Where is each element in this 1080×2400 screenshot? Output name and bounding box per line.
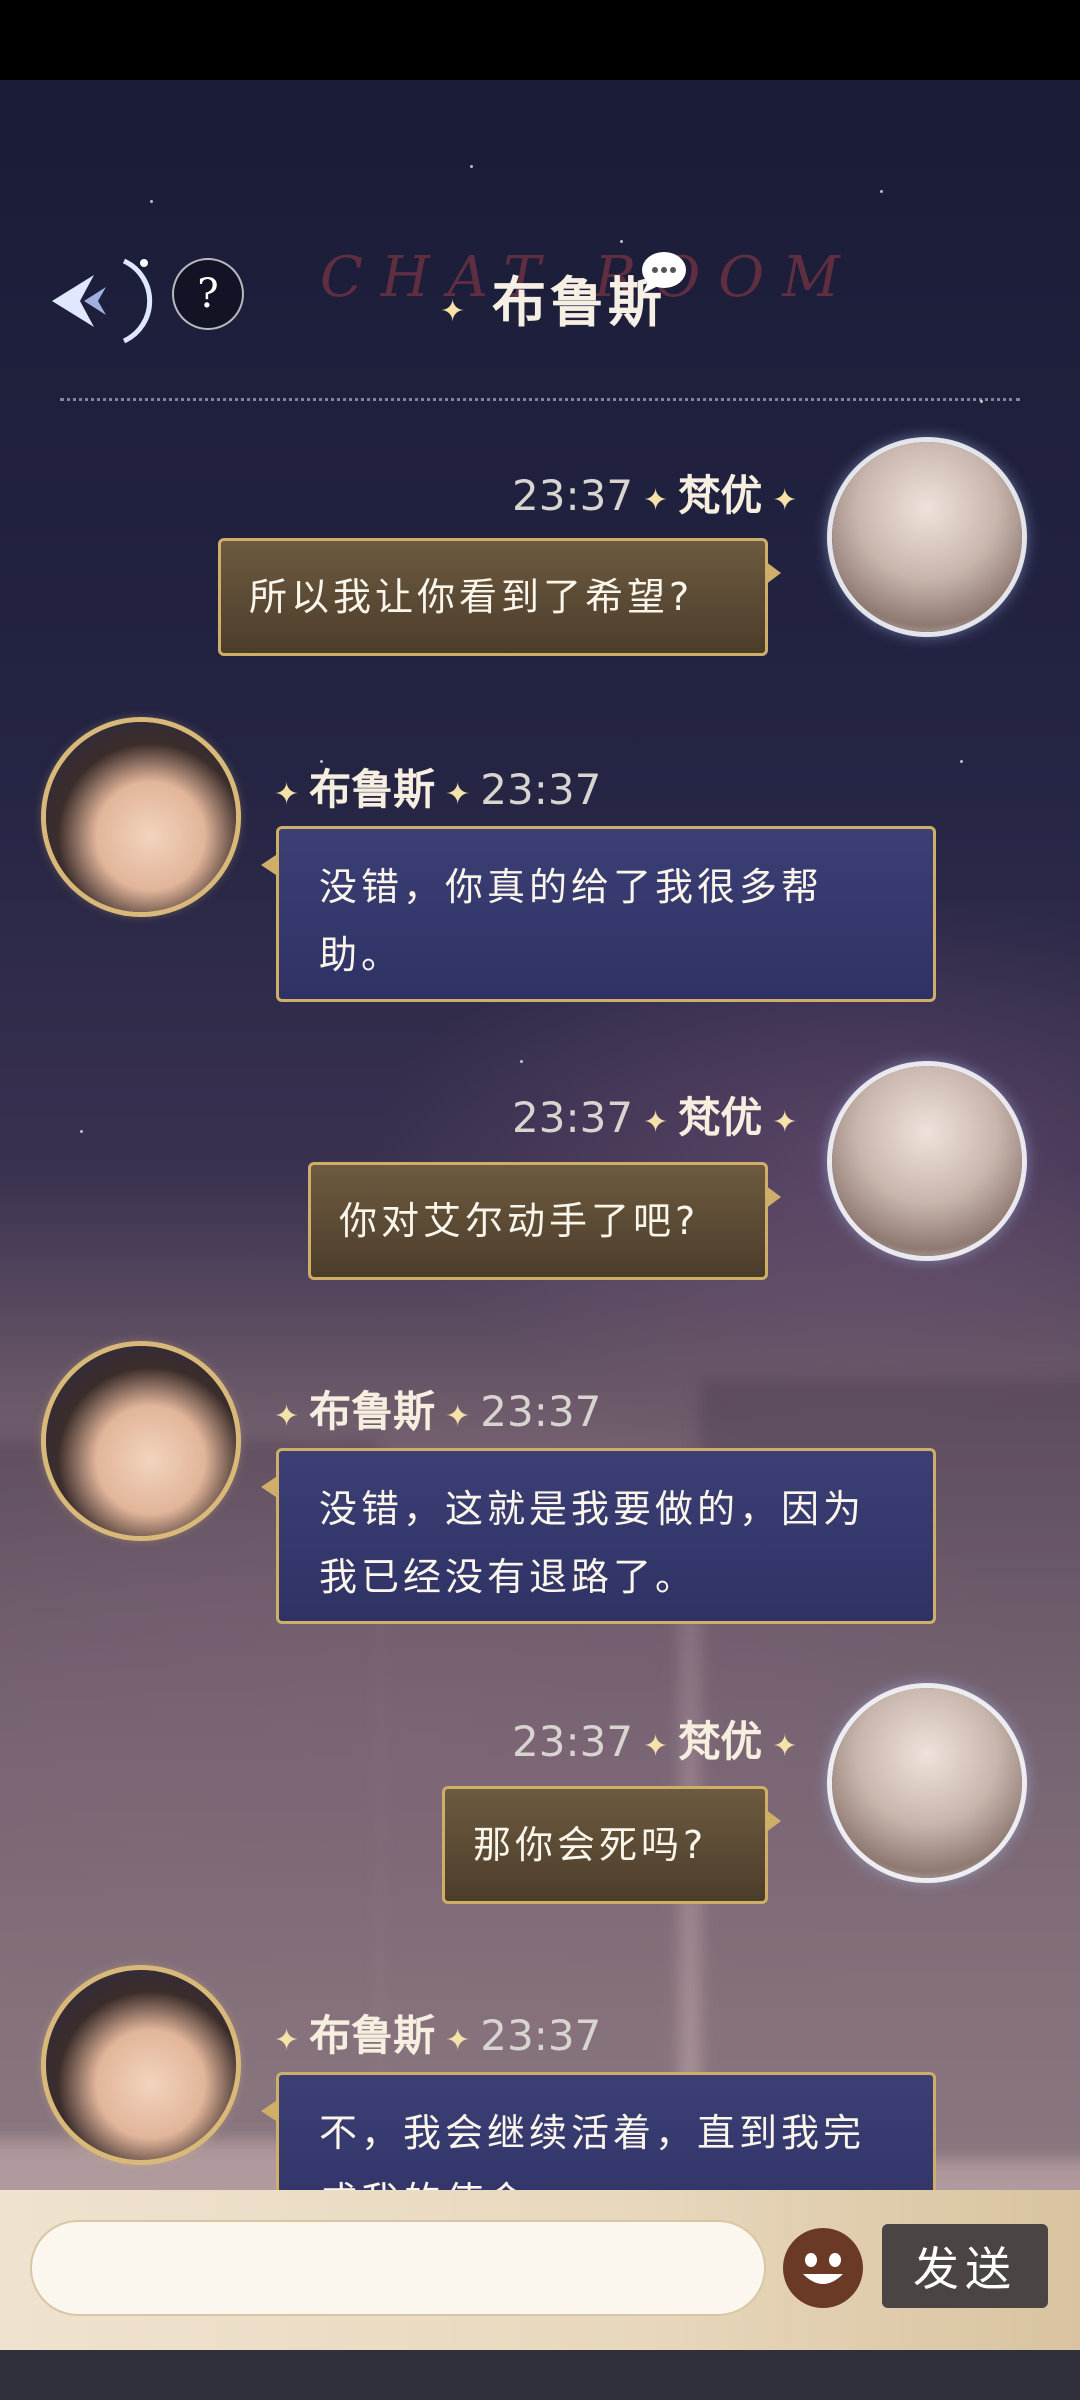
- message-meta: ✦ 布鲁斯 ✦ 23:37: [264, 756, 601, 817]
- sparkle-icon: ✦: [643, 1729, 669, 1764]
- sparkle-icon: ✦: [274, 1399, 300, 1434]
- message-meta: ✦ 布鲁斯 ✦ 23:37: [264, 2002, 601, 2063]
- message-meta: ✦ 布鲁斯 ✦ 23:37: [264, 1378, 601, 1439]
- avatar[interactable]: [46, 1970, 236, 2160]
- message-bubble: 你对艾尔动手了吧?: [308, 1162, 781, 1280]
- sender-name: 梵优: [678, 1093, 763, 1142]
- message-time: 23:37: [480, 1387, 602, 1436]
- emoji-icon: [785, 2230, 861, 2306]
- sparkle-icon: ✦: [274, 2023, 300, 2058]
- message-composer: 发送: [0, 2190, 1080, 2350]
- message-bubble: 没错，这就是我要做的，因为我已经没有退路了。: [261, 1448, 936, 1624]
- message-bubble: 所以我让你看到了希望?: [218, 538, 781, 656]
- sparkle-icon: ✦: [643, 483, 669, 518]
- sparkle-icon: ✦: [445, 777, 471, 812]
- sparkle-icon: ✦: [772, 1105, 798, 1140]
- avatar[interactable]: [832, 442, 1022, 632]
- status-bar: [0, 0, 1080, 80]
- sender-name: 梵优: [678, 471, 763, 520]
- send-button[interactable]: 发送: [882, 2224, 1048, 2308]
- message-time: 23:37: [512, 1717, 634, 1766]
- sender-name: 布鲁斯: [309, 2011, 436, 2060]
- message-time: 23:37: [512, 1093, 634, 1142]
- sparkle-icon: ✦: [772, 483, 798, 518]
- page-title: ✦ 布鲁斯: [440, 258, 666, 337]
- help-button[interactable]: ?: [172, 258, 244, 330]
- avatar[interactable]: [46, 722, 236, 912]
- emoji-button[interactable]: [783, 2228, 863, 2308]
- message-meta: 23:37 ✦ 梵优 ✦: [512, 1084, 807, 1145]
- avatar[interactable]: [832, 1066, 1022, 1256]
- sparkle-icon: ✦: [274, 777, 300, 812]
- message-meta: 23:37 ✦ 梵优 ✦: [512, 462, 807, 523]
- back-button[interactable]: [18, 250, 158, 350]
- message-bubble: 没错，你真的给了我很多帮助。: [261, 826, 936, 1002]
- sparkle-icon: ✦: [772, 1729, 798, 1764]
- sparkle-icon: ✦: [643, 1105, 669, 1140]
- header-divider: [60, 398, 1020, 401]
- message-time: 23:37: [480, 2011, 602, 2060]
- avatar[interactable]: [832, 1688, 1022, 1878]
- sparkle-icon: ✦: [445, 2023, 471, 2058]
- message-time: 23:37: [512, 471, 634, 520]
- message-meta: 23:37 ✦ 梵优 ✦: [512, 1708, 807, 1769]
- message-time: 23:37: [480, 765, 602, 814]
- message-input[interactable]: [30, 2220, 766, 2316]
- sender-name: 布鲁斯: [309, 1387, 436, 1436]
- chat-bubble-icon: [642, 252, 686, 294]
- system-nav-bar: [0, 2350, 1080, 2400]
- avatar[interactable]: [46, 1346, 236, 1536]
- sparkle-icon: ✦: [445, 1399, 471, 1434]
- help-icon: ?: [197, 271, 219, 317]
- sparkle-icon: ✦: [440, 294, 470, 329]
- back-arrow-icon: [52, 258, 153, 344]
- sender-name: 布鲁斯: [309, 765, 436, 814]
- message-bubble: 那你会死吗?: [442, 1786, 781, 1904]
- sender-name: 梵优: [678, 1717, 763, 1766]
- chat-header: ? CHAT ROOM ✦ 布鲁斯: [0, 230, 1080, 350]
